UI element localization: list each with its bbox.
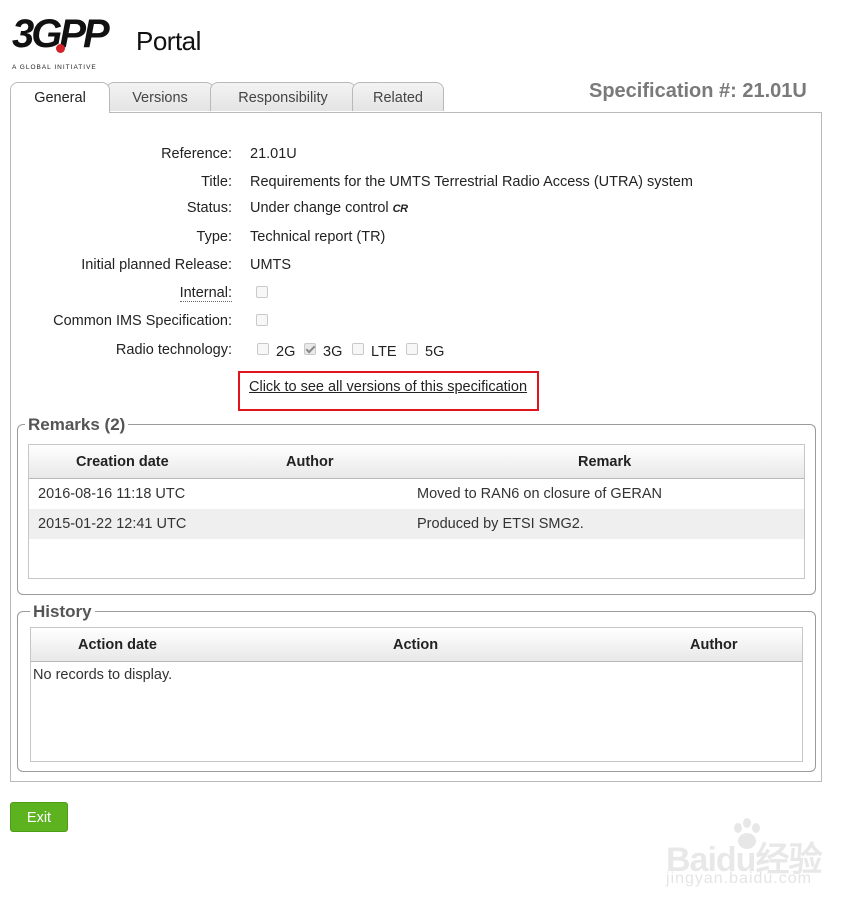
status-text: Under change control: [250, 200, 389, 216]
radio-lte-checkbox[interactable]: [352, 343, 364, 355]
remarks-grid: Creation date Author Remark 2016-08-16 1…: [28, 444, 805, 579]
remarks-col-creation-date[interactable]: Creation date: [76, 445, 169, 479]
internal-label: Internal:: [179, 285, 232, 302]
tab-general[interactable]: General: [10, 82, 110, 113]
remarks-grid-header: Creation date Author Remark: [29, 445, 804, 479]
internal-checkbox[interactable]: [256, 286, 268, 298]
radio-2g-label: 2G: [276, 344, 296, 360]
common-ims-label: Common IMS Specification:: [53, 313, 232, 329]
status-value: Under change control CR: [250, 200, 408, 216]
change-request-icon: CR: [392, 203, 408, 215]
remarks-col-author[interactable]: Author: [286, 445, 334, 479]
exit-button[interactable]: Exit: [10, 802, 68, 832]
history-legend: History: [30, 602, 95, 622]
history-empty-message: No records to display.: [33, 667, 173, 683]
remarks-col-remark[interactable]: Remark: [578, 445, 631, 479]
all-versions-link[interactable]: Click to see all versions of this specif…: [249, 379, 527, 395]
reference-label: Reference:: [161, 146, 232, 162]
remark-text: Produced by ETSI SMG2.: [417, 516, 584, 532]
type-label: Type:: [196, 229, 232, 245]
remark-text: Moved to RAN6 on closure of GERAN: [417, 486, 662, 502]
portal-logo: Portal: [136, 26, 201, 56]
3gpp-logo-dot: [56, 44, 65, 53]
history-grid-header: Action date Action Author: [31, 628, 802, 662]
status-label: Status:: [186, 200, 232, 216]
tab-related-label: Related: [373, 90, 423, 106]
history-col-action[interactable]: Action: [393, 628, 438, 662]
history-col-author[interactable]: Author: [690, 628, 738, 662]
3gpp-logo-tagline: A GLOBAL INITIATIVE: [12, 64, 97, 71]
tab-versions-label: Versions: [132, 90, 188, 106]
history-col-action-date[interactable]: Action date: [78, 628, 157, 662]
remarks-legend: Remarks (2): [25, 415, 129, 435]
type-value: Technical report (TR): [250, 229, 386, 245]
radio-lte-label: LTE: [371, 344, 397, 360]
specification-title: Specification #: 21.01U: [589, 80, 807, 102]
common-ims-checkbox[interactable]: [256, 314, 268, 326]
history-grid: Action date Action Author No records to …: [30, 627, 803, 762]
3gpp-logo: 3GPP A GLOBAL INITIATIVE: [12, 14, 112, 71]
radio-2g-checkbox[interactable]: [257, 343, 269, 355]
radio-technology-label: Radio technology:: [115, 342, 232, 358]
watermark-url: jingyan.baidu.com: [666, 870, 812, 887]
tab-general-label: General: [34, 90, 86, 106]
baidu-watermark: Baidu经验 jingyan.baidu.com: [666, 818, 826, 894]
release-value: UMTS: [250, 257, 292, 273]
radio-5g-checkbox[interactable]: [406, 343, 418, 355]
remarks-row: 2015-01-22 12:41 UTC Produced by ETSI SM…: [29, 509, 804, 539]
tab-responsibility[interactable]: Responsibility: [210, 82, 356, 111]
tab-versions[interactable]: Versions: [106, 82, 214, 111]
title-label: Title:: [201, 174, 232, 190]
title-value: Requirements for the UMTS Terrestrial Ra…: [250, 174, 693, 190]
tab-responsibility-label: Responsibility: [238, 90, 328, 106]
internal-label-text: Internal:: [179, 285, 232, 302]
radio-3g-checkbox[interactable]: [304, 343, 316, 355]
remark-date: 2016-08-16 11:18 UTC: [38, 486, 186, 502]
remark-date: 2015-01-22 12:41 UTC: [38, 516, 187, 532]
radio-3g-label: 3G: [323, 344, 343, 360]
release-label: Initial planned Release:: [81, 257, 232, 273]
reference-value: 21.01U: [250, 146, 297, 162]
remarks-row: 2016-08-16 11:18 UTC Moved to RAN6 on cl…: [29, 479, 804, 509]
tab-related[interactable]: Related: [352, 82, 444, 111]
radio-5g-label: 5G: [425, 344, 445, 360]
